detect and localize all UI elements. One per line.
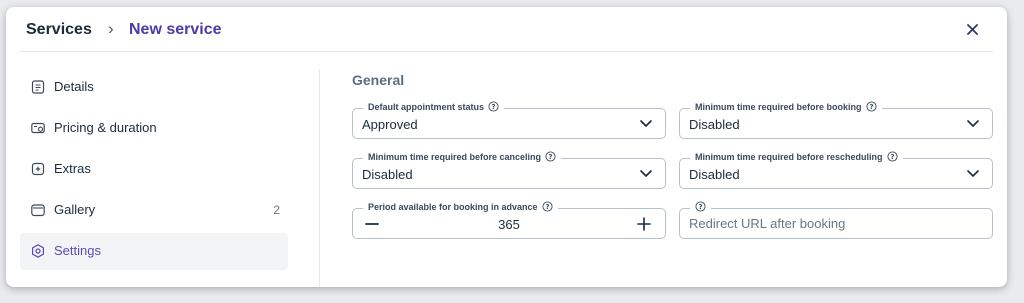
breadcrumb-separator: › (108, 19, 114, 38)
field-label-text: Period available for booking in advance (368, 201, 538, 212)
content-divider (319, 69, 320, 287)
chevron-down-icon[interactable] (967, 119, 979, 128)
svg-text:?: ? (698, 203, 702, 211)
help-icon[interactable]: ? (541, 201, 553, 212)
plus-icon[interactable] (635, 215, 653, 233)
svg-text:?: ? (491, 103, 495, 111)
sidebar-item-label: Details (54, 79, 94, 94)
min-time-before-rescheduling-select[interactable]: Minimum time required before reschedulin… (679, 151, 993, 189)
field-label-text: Minimum time required before reschedulin… (695, 151, 883, 162)
svg-text:?: ? (549, 153, 553, 161)
min-time-before-booking-select[interactable]: Minimum time required before booking ? D… (679, 101, 993, 139)
help-icon[interactable]: ? (865, 101, 877, 112)
field-label: Period available for booking in advance … (363, 201, 558, 212)
sidebar-item-label: Gallery (54, 202, 96, 217)
sidebar-item-label: Settings (54, 243, 101, 258)
field-label: Default appointment status ? (363, 101, 505, 112)
svg-text:?: ? (869, 103, 873, 111)
help-icon[interactable]: ? (545, 151, 556, 162)
period-in-advance-stepper[interactable]: Period available for booking in advance … (352, 201, 666, 239)
pricing-icon (31, 122, 45, 134)
help-icon[interactable]: ? (886, 151, 898, 162)
sidebar-item-details[interactable]: Details (20, 69, 288, 106)
field-label: Minimum time required before reschedulin… (690, 151, 903, 162)
chevron-down-icon[interactable] (640, 169, 652, 178)
min-time-before-canceling-select[interactable]: Minimum time required before canceling ?… (352, 151, 666, 189)
redirect-url-input[interactable] (689, 216, 983, 231)
select-value: Disabled (362, 167, 413, 182)
chevron-down-icon[interactable] (640, 119, 652, 128)
extras-icon (31, 162, 45, 176)
svg-text:?: ? (545, 203, 549, 211)
redirect-url-field[interactable]: ? (679, 201, 993, 239)
sidebar-item-extras[interactable]: Extras (20, 151, 288, 188)
field-label-text: Default appointment status (368, 101, 485, 112)
close-icon (966, 23, 978, 35)
modal-header: Services › New service (20, 7, 993, 52)
sidebar-item-label: Pricing & duration (54, 120, 157, 135)
field-label-text: Minimum time required before booking (695, 101, 862, 112)
details-icon (31, 80, 45, 94)
help-icon[interactable]: ? (488, 101, 499, 112)
select-value: Approved (362, 117, 418, 132)
gallery-icon (31, 204, 45, 217)
sidebar-item-settings[interactable]: Settings (20, 233, 288, 270)
sidebar-item-pricing[interactable]: Pricing & duration (20, 110, 288, 147)
stepper-value: 365 (498, 217, 520, 232)
select-value: Disabled (689, 167, 740, 182)
section-title-general: General (352, 72, 405, 88)
field-label: ? (690, 201, 711, 212)
field-label: Minimum time required before canceling ? (363, 151, 562, 162)
chevron-down-icon[interactable] (967, 169, 979, 178)
select-value: Disabled (689, 117, 740, 132)
field-label: Minimum time required before booking ? (690, 101, 882, 112)
field-label-text: Minimum time required before canceling (368, 151, 542, 162)
svg-text:?: ? (890, 153, 894, 161)
default-appointment-status-select[interactable]: Default appointment status ? Approved (352, 101, 666, 139)
sidebar-item-gallery[interactable]: Gallery 2 (20, 192, 288, 229)
breadcrumb-current: New service (129, 21, 222, 38)
sidebar-nav: Details Pricing & duration Extras Galler… (20, 69, 288, 274)
breadcrumb-services[interactable]: Services (26, 21, 92, 39)
close-button[interactable] (961, 18, 983, 40)
settings-icon (32, 244, 44, 258)
help-icon[interactable]: ? (695, 201, 706, 212)
gallery-count-badge: 2 (273, 203, 280, 217)
sidebar-item-label: Extras (54, 161, 91, 176)
new-service-modal: Services › New service Details Pricing &… (6, 7, 1007, 287)
